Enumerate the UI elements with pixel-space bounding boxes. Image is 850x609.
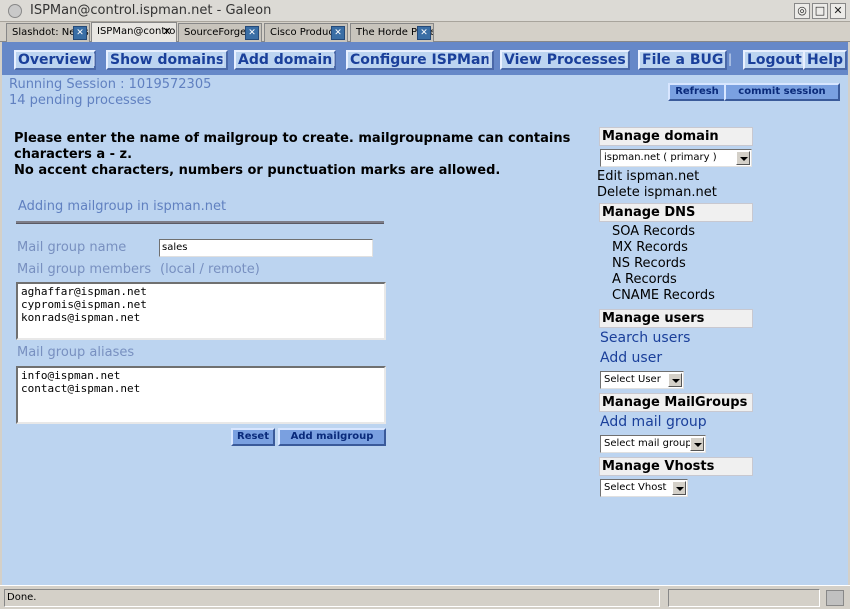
- mailgroup-name-input[interactable]: sales: [159, 239, 373, 257]
- soa-records-link[interactable]: SOA Records: [612, 224, 695, 240]
- mailgroup-aliases-textarea[interactable]: info@ispman.net contact@ispman.net: [16, 366, 386, 424]
- add-mailgroup-button[interactable]: Add mailgroup: [278, 428, 386, 446]
- tab-strip: Slashdot: News ✕ ISPMan@control.ispman.n…: [0, 22, 850, 43]
- security-lock-icon[interactable]: [826, 590, 844, 606]
- tab-close-icon[interactable]: ✕: [245, 26, 259, 40]
- window-title: ISPMan@control.ispman.net - Galeon: [30, 3, 272, 18]
- tab-close-icon[interactable]: ✕: [331, 26, 345, 40]
- page-content: Overview | Show domains | Add domain | C…: [2, 42, 848, 585]
- nav-separator: |: [487, 52, 492, 66]
- tab-sourceforge[interactable]: SourceForge ✕: [178, 23, 262, 42]
- chevron-down-icon: [672, 481, 686, 495]
- vhost-select-value: Select Vhost: [604, 482, 667, 493]
- nav-configure-ispman[interactable]: Configure ISPMan: [346, 50, 495, 70]
- tab-slashdot[interactable]: Slashdot: News ✕: [6, 23, 90, 42]
- tab-label: SourceForge: [184, 27, 247, 38]
- status-text: Done.: [4, 589, 660, 607]
- user-select-value: Select User: [604, 374, 661, 385]
- session-info: Running Session : 1019572305 14 pending …: [9, 77, 211, 109]
- alias-entry: contact@ispman.net: [21, 382, 141, 395]
- nav-help[interactable]: Help: [803, 50, 848, 70]
- instructions-line-1: Please enter the name of mailgroup to cr…: [14, 131, 571, 162]
- form-title: Adding mailgroup in ispman.net: [18, 199, 227, 214]
- user-select[interactable]: Select User: [600, 371, 684, 389]
- manage-dns-heading: Manage DNS: [599, 203, 753, 222]
- tab-horde[interactable]: The Horde Project ✕: [350, 23, 434, 42]
- minimize-button[interactable]: ◎: [794, 3, 810, 19]
- member-entry: konrads@ispman.net: [21, 311, 141, 324]
- mailgroup-aliases-label: Mail group aliases: [17, 345, 135, 360]
- mailgroup-members-label: Mail group members: [17, 262, 152, 277]
- mailgroup-members-hint: (local / remote): [160, 262, 260, 277]
- app-icon: [8, 4, 22, 18]
- form-divider: [16, 221, 384, 224]
- mailgroup-select[interactable]: Select mail group: [600, 435, 706, 453]
- nav-file-a-bug[interactable]: File a BUG: [638, 50, 728, 70]
- nav-view-processes[interactable]: View Processes: [500, 50, 630, 70]
- chevron-down-icon: [690, 437, 704, 451]
- window-titlebar: ISPMan@control.ispman.net - Galeon ◎ □ ✕: [0, 0, 850, 22]
- manage-vhosts-heading: Manage Vhosts: [599, 457, 753, 476]
- nav-separator: |: [92, 52, 97, 66]
- nav-show-domains[interactable]: Show domains: [106, 50, 229, 70]
- mailgroup-members-textarea[interactable]: aghaffar@ispman.net cypromis@ispman.net …: [16, 282, 386, 340]
- manage-users-heading: Manage users: [599, 309, 753, 328]
- instructions: Please enter the name of mailgroup to cr…: [14, 131, 584, 179]
- nav-separator: |: [221, 52, 226, 66]
- add-mail-group-link[interactable]: Add mail group: [600, 414, 707, 430]
- chevron-down-icon: [668, 373, 682, 387]
- status-bar: Done.: [0, 585, 850, 609]
- tab-cisco[interactable]: Cisco Products ✕: [264, 23, 348, 42]
- nav-separator: |: [624, 52, 629, 66]
- delete-domain-link[interactable]: Delete ispman.net: [597, 185, 717, 201]
- close-window-button[interactable]: ✕: [830, 3, 846, 19]
- chevron-down-icon: [736, 151, 750, 165]
- nav-separator: |: [332, 52, 337, 66]
- a-records-link[interactable]: A Records: [612, 272, 677, 288]
- running-session: Running Session : 1019572305: [9, 77, 212, 92]
- member-entry: cypromis@ispman.net: [21, 298, 147, 311]
- add-user-link[interactable]: Add user: [600, 350, 662, 366]
- alias-entry: info@ispman.net: [21, 369, 121, 382]
- progress-pane: [668, 589, 820, 607]
- ns-records-link[interactable]: NS Records: [612, 256, 686, 272]
- tab-close-icon[interactable]: ✕: [73, 26, 87, 40]
- nav-separator: |: [728, 52, 733, 66]
- main-nav: Overview | Show domains | Add domain | C…: [2, 42, 848, 75]
- cname-records-link[interactable]: CNAME Records: [612, 288, 715, 304]
- nav-overview[interactable]: Overview: [14, 50, 96, 70]
- vhost-select[interactable]: Select Vhost: [600, 479, 688, 497]
- mx-records-link[interactable]: MX Records: [612, 240, 688, 256]
- mailgroup-name-label: Mail group name: [17, 240, 127, 255]
- refresh-button[interactable]: Refresh: [668, 83, 726, 101]
- member-entry: aghaffar@ispman.net: [21, 285, 147, 298]
- tab-close-icon[interactable]: ✕: [417, 26, 431, 40]
- maximize-button[interactable]: □: [812, 3, 828, 19]
- manage-mailgroups-heading: Manage MailGroups: [599, 393, 753, 412]
- nav-add-domain[interactable]: Add domain: [234, 50, 337, 70]
- manage-domain-heading: Manage domain: [599, 127, 753, 146]
- nav-logout[interactable]: Logout: [743, 50, 806, 70]
- search-users-link[interactable]: Search users: [600, 330, 690, 346]
- tab-ispman[interactable]: ISPMan@control.ispman.net ✕: [91, 22, 177, 43]
- pending-processes: 14 pending processes: [9, 93, 152, 108]
- commit-session-button[interactable]: commit session: [724, 83, 840, 101]
- tab-close-icon[interactable]: ✕: [160, 25, 174, 39]
- instructions-line-2: No accent characters, numbers or punctua…: [14, 163, 501, 178]
- reset-button[interactable]: Reset: [231, 428, 275, 446]
- domain-select-value: ispman.net ( primary ): [604, 152, 717, 163]
- domain-select[interactable]: ispman.net ( primary ): [600, 149, 752, 167]
- mailgroup-select-value: Select mail group: [604, 438, 692, 449]
- edit-domain-link[interactable]: Edit ispman.net: [597, 169, 699, 185]
